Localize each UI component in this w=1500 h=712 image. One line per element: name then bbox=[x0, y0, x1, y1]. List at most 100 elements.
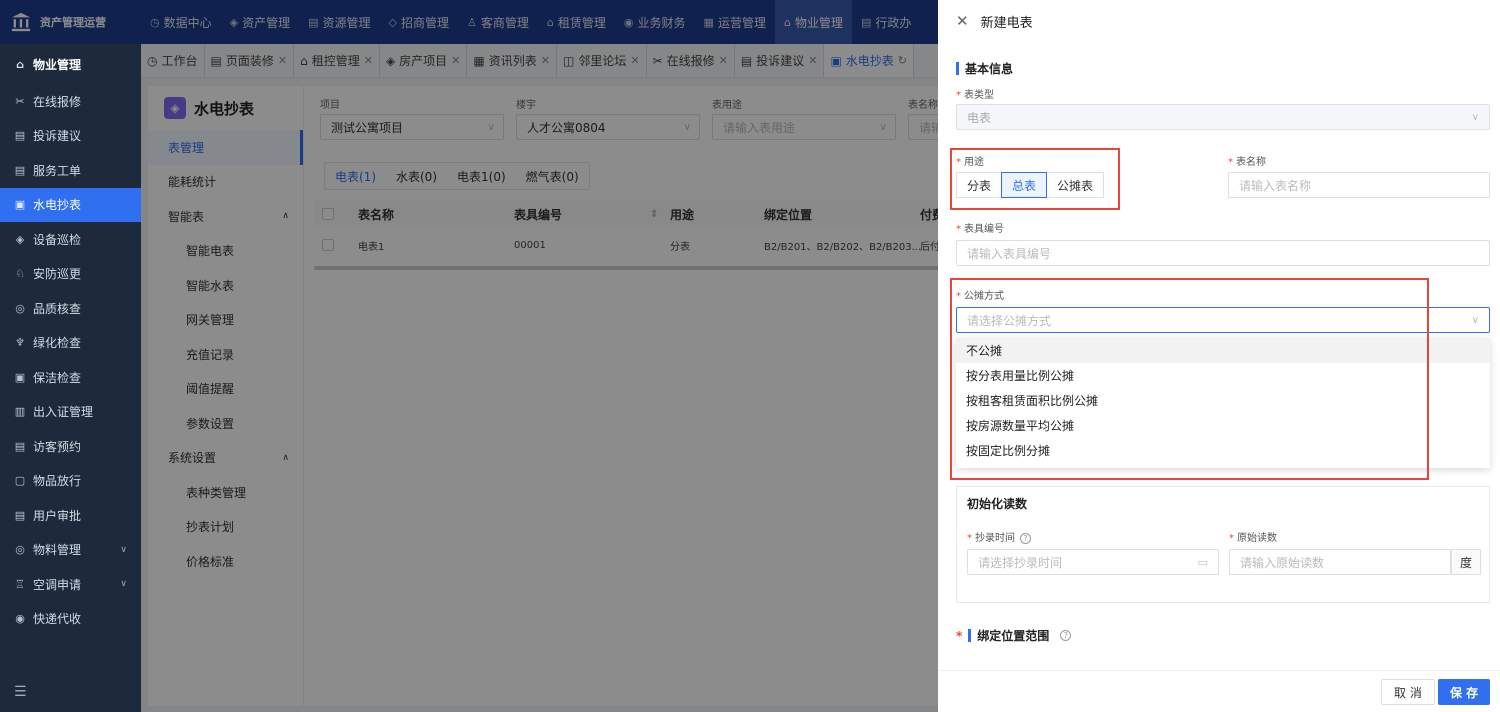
orig-reading-input[interactable]: 请输入原始读数 bbox=[1229, 549, 1451, 575]
section-basic-info: 基本信息 bbox=[956, 60, 1013, 77]
sidebar-item-label: 保洁检查 bbox=[33, 370, 82, 385]
meter-code-label: * 表具编号 bbox=[956, 224, 1004, 235]
drawer-header: ✕ 新建电表 bbox=[938, 0, 1500, 42]
sidebar-item[interactable]: ♖ 空调申请 ∨ bbox=[0, 567, 141, 602]
sidebar-item[interactable]: ♘ 安防巡更 bbox=[0, 257, 141, 292]
sidebar: ⌂ 物业管理 ✂ 在线报修 ▤ 投诉建议 ▤ 服务工单 ▣ 水电抄表 ◈ 设备巡检 ♘ 安防巡更 ◎ 品质… bbox=[0, 44, 141, 712]
usage-option-main[interactable]: 总表 bbox=[1001, 172, 1048, 198]
sidebar-item-label: 物料管理 bbox=[33, 543, 82, 558]
sidebar-item-label: 访客预约 bbox=[33, 439, 82, 454]
drawer-title: 新建电表 bbox=[980, 15, 1033, 31]
meter-type-value: 电表 bbox=[967, 110, 992, 125]
init-reading-title: 初始化读数 bbox=[967, 497, 1028, 511]
drawer-footer: 取 消 保 存 bbox=[938, 670, 1500, 712]
sidebar-item-icon: ▣ bbox=[14, 370, 26, 384]
sidebar-item[interactable]: ◉ 快递代收 bbox=[0, 602, 141, 637]
modal-mask[interactable] bbox=[141, 44, 938, 712]
sidebar-item-icon: ◎ bbox=[15, 543, 25, 557]
required-mark: * bbox=[956, 628, 963, 643]
sidebar-item-icon: ▢ bbox=[14, 474, 26, 488]
modal-mask-top[interactable] bbox=[0, 0, 938, 44]
save-button[interactable]: 保 存 bbox=[1438, 679, 1491, 705]
orig-reading-label-text: 原始读数 bbox=[1237, 533, 1277, 544]
meter-name-label-text: 表名称 bbox=[1236, 157, 1266, 168]
sidebar-item[interactable]: ▤ 访客预约 bbox=[0, 429, 141, 464]
sidebar-item[interactable]: ▣ 水电抄表 bbox=[0, 187, 141, 222]
section-bar bbox=[968, 629, 972, 642]
sidebar-item-label: 安防巡更 bbox=[33, 267, 82, 282]
read-time-placeholder: 请选择抄录时间 bbox=[978, 555, 1063, 570]
sidebar-item-icon: ♘ bbox=[15, 267, 25, 281]
sidebar-item[interactable]: ◎ 物料管理 ∨ bbox=[0, 533, 141, 568]
home-icon: ⌂ bbox=[16, 57, 24, 71]
sidebar-item-label: 用户审批 bbox=[33, 508, 82, 523]
unit-addon: 度 bbox=[1451, 549, 1481, 575]
bind-location-title: 绑定位置范围 bbox=[977, 629, 1050, 643]
sidebar-item[interactable]: ◈ 设备巡检 bbox=[0, 222, 141, 257]
meter-type-label-text: 表类型 bbox=[964, 90, 994, 101]
meter-code-placeholder: 请输入表具编号 bbox=[967, 246, 1052, 261]
calendar-icon: ▭ bbox=[1197, 555, 1208, 569]
new-meter-drawer: ✕ 新建电表 基本信息 * 表类型 电表 ∨ * 用途 分表 总表 公摊表 * 表名称 … bbox=[938, 0, 1500, 712]
cancel-button[interactable]: 取 消 bbox=[1381, 679, 1435, 705]
sidebar-item-label: 快递代收 bbox=[33, 612, 82, 627]
sidebar-item[interactable]: ▤ 用户审批 bbox=[0, 498, 141, 533]
chevron-down-icon: ∨ bbox=[1471, 111, 1479, 123]
meter-name-label: * 表名称 bbox=[1228, 157, 1266, 168]
close-icon[interactable]: ✕ bbox=[956, 12, 969, 30]
sidebar-item-icon: ▥ bbox=[14, 405, 26, 419]
meter-code-label-text: 表具编号 bbox=[964, 224, 1004, 235]
sidebar-header-property[interactable]: ⌂ 物业管理 bbox=[0, 44, 141, 84]
sidebar-item[interactable]: ✂ 在线报修 bbox=[0, 84, 141, 119]
sidebar-item-icon: ◈ bbox=[15, 232, 25, 246]
section-basic-title: 基本信息 bbox=[965, 62, 1014, 76]
sidebar-item[interactable]: ▢ 物品放行 bbox=[0, 464, 141, 499]
chevron-down-icon: ∨ bbox=[1471, 314, 1479, 326]
section-bar bbox=[956, 62, 959, 75]
sidebar-item-icon: ▤ bbox=[14, 129, 26, 143]
orig-reading-placeholder: 请输入原始读数 bbox=[1240, 555, 1325, 570]
sidebar-item-label: 设备巡检 bbox=[33, 232, 82, 247]
sidebar-item[interactable]: ▤ 服务工单 bbox=[0, 153, 141, 188]
sidebar-item-label: 出入证管理 bbox=[33, 405, 94, 420]
sidebar-item-label: 绿化检查 bbox=[33, 336, 82, 351]
sidebar-item-label: 品质核查 bbox=[33, 301, 82, 316]
sidebar-item-icon: ✂ bbox=[15, 94, 25, 108]
meter-code-input[interactable]: 请输入表具编号 bbox=[956, 240, 1490, 266]
sidebar-item[interactable]: ▤ 投诉建议 bbox=[0, 119, 141, 154]
help-icon[interactable]: ? bbox=[1060, 630, 1072, 641]
chevron-down-icon: ∨ bbox=[120, 579, 127, 590]
sidebar-item-label: 水电抄表 bbox=[33, 198, 82, 213]
meter-name-input[interactable]: 请输入表名称 bbox=[1228, 172, 1490, 198]
sidebar-item-label: 投诉建议 bbox=[33, 129, 82, 144]
help-icon[interactable]: ? bbox=[1020, 533, 1031, 544]
section-bind-location: * 绑定位置范围? bbox=[956, 627, 1072, 644]
sidebar-item-label: 服务工单 bbox=[33, 163, 82, 178]
sidebar-item[interactable]: ▣ 保洁检查 bbox=[0, 360, 141, 395]
sidebar-item[interactable]: ♆ 绿化检查 bbox=[0, 326, 141, 361]
meter-name-placeholder: 请输入表名称 bbox=[1239, 178, 1312, 193]
sidebar-item-icon: ♆ bbox=[15, 336, 25, 350]
sidebar-header-label: 物业管理 bbox=[33, 57, 82, 72]
meter-type-label: * 表类型 bbox=[956, 90, 994, 101]
read-time-label-text: 抄录时间 bbox=[975, 533, 1015, 544]
read-time-label: * 抄录时间? bbox=[967, 529, 1031, 544]
highlight-box-share bbox=[950, 278, 1429, 480]
sidebar-item-icon: ◉ bbox=[15, 612, 25, 626]
sidebar-item-icon: ▤ bbox=[14, 163, 26, 177]
sidebar-item[interactable]: ▥ 出入证管理 bbox=[0, 395, 141, 430]
sidebar-item[interactable]: ◎ 品质核查 bbox=[0, 291, 141, 326]
sidebar-item-icon: ▤ bbox=[14, 439, 26, 453]
sidebar-item-label: 物品放行 bbox=[33, 474, 82, 489]
sidebar-item-icon: ▤ bbox=[14, 508, 26, 522]
sidebar-item-icon: ◎ bbox=[15, 301, 25, 315]
orig-reading-label: * 原始读数 bbox=[1229, 533, 1277, 544]
init-reading-card: 初始化读数 * 抄录时间? 请选择抄录时间 ▭ * 原始读数 请输入原始读数 度 bbox=[956, 486, 1490, 603]
sidebar-item-label: 空调申请 bbox=[33, 577, 82, 592]
chevron-down-icon: ∨ bbox=[120, 544, 127, 555]
meter-type-select: 电表 ∨ bbox=[956, 104, 1490, 130]
collapse-menu-icon[interactable]: ☰ bbox=[14, 684, 27, 700]
sidebar-item-label: 在线报修 bbox=[33, 94, 82, 109]
read-time-picker[interactable]: 请选择抄录时间 ▭ bbox=[967, 549, 1219, 575]
sidebar-item-icon: ♖ bbox=[15, 577, 25, 591]
